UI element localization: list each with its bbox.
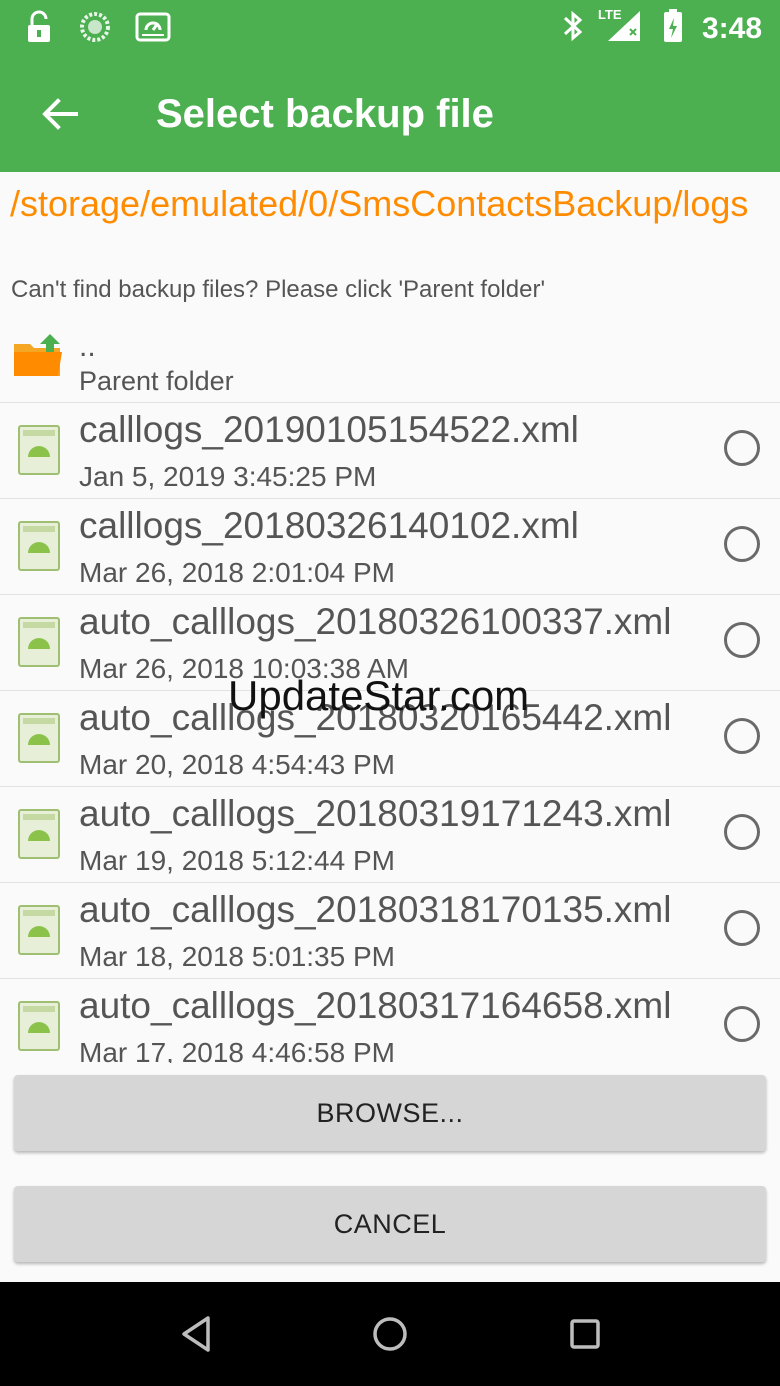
- file-name: auto_calllogs_20180317164658.xml: [79, 985, 672, 1026]
- file-name: calllogs_20190105154522.xml: [79, 409, 579, 450]
- parent-folder-item[interactable]: .. Parent folder: [0, 320, 780, 403]
- unlock-icon: [22, 10, 56, 49]
- android-file-icon: [18, 1001, 60, 1056]
- arrow-back-icon[interactable]: [38, 92, 82, 136]
- android-file-icon: [18, 617, 60, 672]
- android-file-icon: [18, 713, 60, 768]
- file-row[interactable]: auto_calllogs_20180319171243.xml Mar 19,…: [0, 787, 780, 883]
- clock: 3:48: [701, 11, 762, 45]
- android-file-icon: [18, 809, 60, 864]
- select-radio[interactable]: [724, 1006, 760, 1042]
- signal-icon: LTE: [598, 7, 644, 48]
- bluetooth-icon: [560, 9, 586, 48]
- android-file-icon: [18, 521, 60, 576]
- file-row[interactable]: calllogs_20190105154522.xml Jan 5, 2019 …: [0, 403, 780, 499]
- select-radio[interactable]: [724, 430, 760, 466]
- app-bar: Select backup file: [0, 56, 780, 172]
- android-file-icon: [18, 905, 60, 960]
- network-label: LTE: [597, 7, 622, 22]
- file-date: Mar 26, 2018 10:03:38 AM: [79, 653, 409, 684]
- file-date: Mar 26, 2018 2:01:04 PM: [79, 557, 395, 588]
- file-name: auto_calllogs_20180320165442.xml: [79, 697, 672, 738]
- navigation-bar: [0, 1282, 780, 1386]
- browse-button[interactable]: BROWSE...: [14, 1075, 766, 1151]
- file-list[interactable]: calllogs_20190105154522.xml Jan 5, 2019 …: [0, 403, 780, 1063]
- current-path: /storage/emulated/0/SmsContactsBackup/lo…: [10, 183, 749, 224]
- select-radio[interactable]: [724, 814, 760, 850]
- file-date: Mar 17, 2018 4:46:58 PM: [79, 1037, 395, 1063]
- parent-dots: ..: [79, 330, 96, 363]
- file-date: Mar 20, 2018 4:54:43 PM: [79, 749, 395, 780]
- recents-square-icon[interactable]: [566, 1314, 604, 1359]
- file-name: auto_calllogs_20180318170135.xml: [79, 889, 672, 930]
- sync-circle-icon: [78, 10, 112, 49]
- file-date: Mar 18, 2018 5:01:35 PM: [79, 941, 395, 972]
- file-date: Mar 19, 2018 5:12:44 PM: [79, 845, 395, 876]
- file-name: calllogs_20180326140102.xml: [79, 505, 579, 546]
- select-radio[interactable]: [724, 910, 760, 946]
- file-row[interactable]: calllogs_20180326140102.xml Mar 26, 2018…: [0, 499, 780, 595]
- file-row[interactable]: auto_calllogs_20180320165442.xml Mar 20,…: [0, 691, 780, 787]
- folder-up-icon: [12, 332, 64, 385]
- hint-text: Can't find backup files? Please click 'P…: [11, 276, 546, 303]
- back-triangle-icon[interactable]: [178, 1314, 214, 1359]
- drive-icon: [134, 8, 172, 51]
- select-radio[interactable]: [724, 526, 760, 562]
- battery-icon: [662, 8, 684, 49]
- file-row[interactable]: auto_calllogs_20180326100337.xml Mar 26,…: [0, 595, 780, 691]
- file-name: auto_calllogs_20180319171243.xml: [79, 793, 672, 834]
- file-row[interactable]: auto_calllogs_20180317164658.xml Mar 17,…: [0, 979, 780, 1063]
- home-circle-icon[interactable]: [370, 1314, 410, 1359]
- file-row[interactable]: auto_calllogs_20180318170135.xml Mar 18,…: [0, 883, 780, 979]
- android-file-icon: [18, 425, 60, 480]
- file-name: auto_calllogs_20180326100337.xml: [79, 601, 672, 642]
- select-radio[interactable]: [724, 622, 760, 658]
- select-radio[interactable]: [724, 718, 760, 754]
- file-date: Jan 5, 2019 3:45:25 PM: [79, 461, 377, 492]
- cancel-button[interactable]: CANCEL: [14, 1186, 766, 1262]
- parent-folder-label: Parent folder: [79, 366, 234, 396]
- status-bar: LTE 3:48: [0, 0, 780, 56]
- page-title: Select backup file: [156, 92, 494, 136]
